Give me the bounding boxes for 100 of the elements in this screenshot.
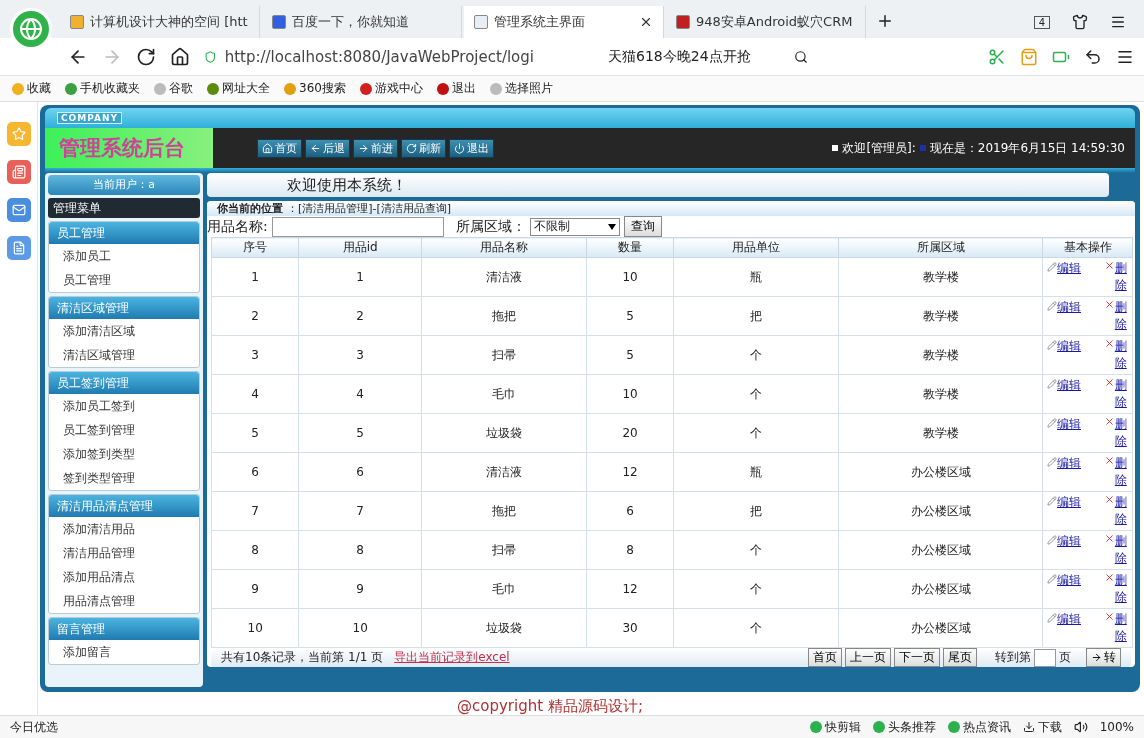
status-item[interactable]: 下载 — [1022, 718, 1062, 736]
menu-item[interactable]: 员工管理 — [49, 268, 199, 292]
reload-icon[interactable] — [136, 46, 156, 67]
datetime-text: 现在是：2019年6月15日 14:59:30 — [929, 139, 1125, 157]
edit-link[interactable]: 编辑 — [1057, 612, 1081, 626]
delete-link[interactable]: 删除 — [1114, 299, 1128, 333]
pager-button[interactable]: 上一页 — [845, 648, 891, 667]
table-cell: 教学楼 — [838, 413, 1043, 453]
page-input[interactable] — [1034, 648, 1056, 667]
bookmark-link[interactable]: 退出 — [436, 80, 476, 97]
bookmark-link[interactable]: 谷歌 — [154, 80, 193, 97]
home-icon[interactable] — [170, 46, 190, 67]
edit-link[interactable]: 编辑 — [1057, 573, 1081, 587]
bookmark-link[interactable]: 网址大全 — [207, 80, 270, 97]
search-icon[interactable] — [794, 49, 808, 64]
table-cell: 6 — [298, 452, 422, 492]
menu-item[interactable]: 添加清洁用品 — [49, 517, 199, 541]
delete-link[interactable]: 删除 — [1114, 377, 1128, 411]
area-select[interactable]: 不限制 — [529, 217, 620, 236]
browser-tab[interactable]: 管理系统主界面 — [464, 6, 664, 38]
pencil-icon — [1047, 301, 1057, 311]
pager-button[interactable]: 下一页 — [894, 648, 940, 667]
column-header: 用品id — [298, 237, 422, 258]
status-item[interactable]: 快剪辑 — [809, 718, 861, 736]
search-field[interactable]: 天猫618今晚24点开抢 — [608, 47, 808, 66]
browser-logo-icon[interactable] — [10, 8, 52, 50]
new-tab-icon[interactable] — [876, 12, 894, 30]
nav-button[interactable]: 首页 — [257, 138, 302, 158]
menu-item[interactable]: 添加签到类型 — [49, 442, 199, 466]
table-cell: 瓶 — [673, 257, 839, 297]
scissors-icon[interactable] — [988, 47, 1006, 66]
menu-item[interactable]: 添加员工签到 — [49, 394, 199, 418]
menu-item[interactable]: 清洁用品管理 — [49, 541, 199, 565]
table-cell: 教学楼 — [838, 374, 1043, 414]
status-item[interactable]: 热点资讯 — [947, 718, 1011, 736]
nav-button[interactable]: 退出 — [449, 138, 494, 158]
delete-link[interactable]: 删除 — [1114, 416, 1128, 450]
delete-icon — [1103, 455, 1115, 466]
table-cell: 拖把 — [421, 296, 587, 336]
pager-button[interactable]: 首页 — [808, 648, 842, 667]
bookmark-link[interactable]: 选择照片 — [489, 80, 553, 97]
zoom-level[interactable]: 100% — [1099, 720, 1134, 734]
delete-link[interactable]: 删除 — [1114, 572, 1128, 606]
edit-link[interactable]: 编辑 — [1057, 378, 1081, 392]
mail-icon[interactable] — [6, 198, 31, 222]
nav-button[interactable]: 刷新 — [401, 138, 446, 158]
table-cell: 办公楼区域 — [838, 530, 1043, 570]
edit-link[interactable]: 编辑 — [1057, 456, 1081, 470]
menu-item[interactable]: 清洁区域管理 — [49, 343, 199, 367]
column-header: 数量 — [586, 237, 674, 258]
bookmark-link[interactable]: 收藏 — [12, 80, 51, 97]
volume-icon[interactable] — [1073, 720, 1088, 734]
delete-link[interactable]: 删除 — [1114, 260, 1128, 294]
bookmark-link[interactable]: 360搜索 — [284, 80, 346, 97]
go-button[interactable]: 转 — [1086, 648, 1121, 667]
name-input[interactable] — [271, 216, 444, 237]
edit-link[interactable]: 编辑 — [1057, 495, 1081, 509]
bookmark-link[interactable]: 游戏中心 — [359, 80, 423, 97]
table-cell: 8 — [298, 530, 422, 570]
nav-button[interactable]: 前进 — [353, 138, 398, 158]
document-icon[interactable] — [6, 236, 31, 260]
table-cell: 4 — [211, 374, 299, 414]
menu-item[interactable]: 添加员工 — [49, 244, 199, 268]
delete-link[interactable]: 删除 — [1114, 338, 1128, 372]
edit-link[interactable]: 编辑 — [1057, 534, 1081, 548]
table-cell: 7 — [211, 491, 299, 531]
delete-link[interactable]: 删除 — [1114, 611, 1128, 645]
delete-link[interactable]: 删除 — [1114, 533, 1128, 567]
status-item[interactable]: 头条推荐 — [872, 718, 936, 736]
table-cell: 个 — [673, 413, 839, 453]
tab-count[interactable]: 4 — [1033, 15, 1050, 29]
greeting-text: 欢迎[管理员]: — [842, 139, 916, 157]
bookmark-link[interactable]: 手机收藏夹 — [65, 80, 140, 97]
edit-link[interactable]: 编辑 — [1057, 261, 1081, 275]
nav-glyph-icon — [358, 142, 369, 154]
dot-icon — [872, 721, 885, 733]
pager-button[interactable]: 尾页 — [943, 648, 977, 667]
table-cell: 7 — [298, 491, 422, 531]
download-icon — [1022, 721, 1035, 733]
delete-link[interactable]: 删除 — [1114, 494, 1128, 528]
dot-icon — [809, 721, 822, 733]
menu-item[interactable]: 签到类型管理 — [49, 466, 199, 490]
current-user-label: 当前用户：a — [48, 175, 200, 195]
menu-item[interactable]: 添加用品清点 — [49, 565, 199, 589]
menu-item[interactable]: 用品清点管理 — [49, 589, 199, 613]
menu-item[interactable]: 员工签到管理 — [49, 418, 199, 442]
edit-link[interactable]: 编辑 — [1057, 339, 1081, 353]
shirt-icon[interactable] — [1072, 14, 1088, 30]
menu-item[interactable]: 添加留言 — [49, 640, 199, 664]
news-icon[interactable] — [6, 160, 31, 184]
close-icon[interactable] — [639, 15, 653, 29]
nav-button[interactable]: 后退 — [305, 138, 350, 158]
query-button[interactable]: 查询 — [623, 216, 662, 237]
undo-icon[interactable] — [1084, 47, 1102, 66]
delete-icon — [1103, 533, 1115, 544]
delete-link[interactable]: 删除 — [1114, 455, 1128, 489]
menu-item[interactable]: 添加清洁区域 — [49, 319, 199, 343]
edit-link[interactable]: 编辑 — [1057, 300, 1081, 314]
edit-link[interactable]: 编辑 — [1057, 417, 1081, 431]
export-link[interactable]: 导出当前记录到excel — [394, 649, 510, 666]
